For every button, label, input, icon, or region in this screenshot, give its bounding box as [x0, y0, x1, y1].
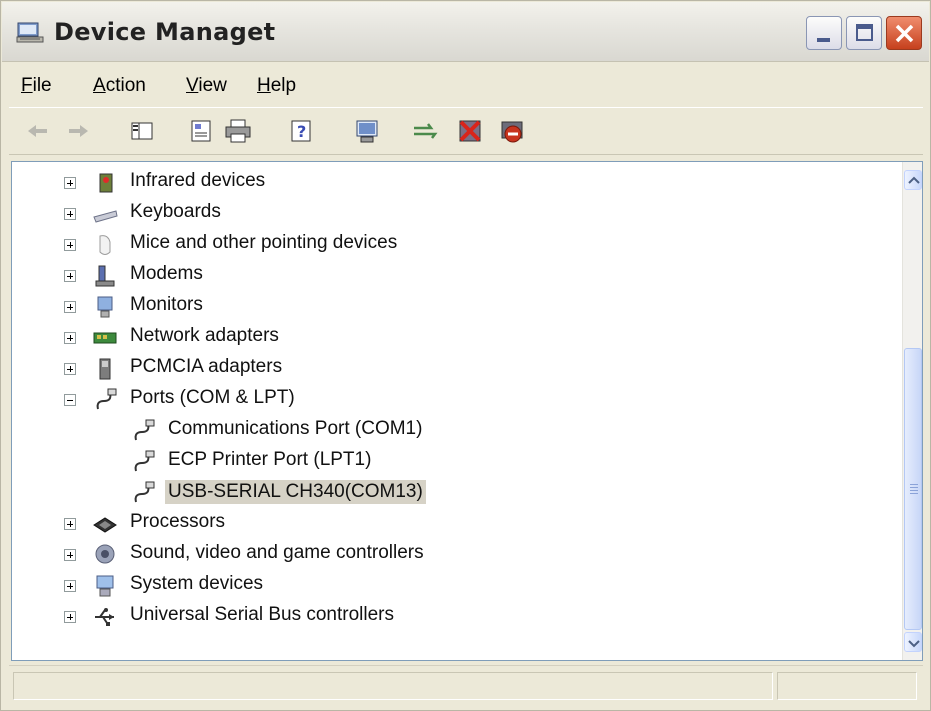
tree-item-network-adapters[interactable]: Network adapters [12, 323, 902, 353]
processor-icon [93, 517, 117, 533]
port-icon [134, 450, 155, 472]
tree-item-label: System devices [130, 573, 264, 594]
port-icon [96, 388, 117, 410]
expand-plus-icon[interactable] [64, 177, 76, 189]
status-pane-secondary [777, 672, 917, 700]
title-bar[interactable]: Device Managet [2, 2, 929, 62]
menu-action[interactable]: Action [93, 75, 146, 97]
tree-item-monitors[interactable]: Monitors [12, 292, 902, 322]
scrollbar-thumb[interactable] [904, 348, 922, 630]
tree-item-lpt1[interactable]: ECP Printer Port (LPT1) [12, 447, 902, 477]
print-icon[interactable] [223, 116, 253, 146]
tree-item-label: Ports (COM & LPT) [130, 387, 295, 408]
expand-plus-icon[interactable] [64, 611, 76, 623]
tree-item-label: Universal Serial Bus controllers [130, 604, 394, 625]
tree-item-label-selected: USB-SERIAL CH340(COM13) [165, 480, 426, 504]
expand-plus-icon[interactable] [64, 239, 76, 251]
tree-item-label: Network adapters [130, 325, 279, 346]
tree-item-label: PCMCIA adapters [130, 356, 283, 377]
network-adapter-icon [93, 332, 117, 344]
chevron-up-icon [908, 176, 920, 184]
expand-plus-icon[interactable] [64, 301, 76, 313]
forward-arrow-icon[interactable] [63, 116, 93, 146]
update-driver-icon[interactable] [411, 116, 441, 146]
system-devices-icon [96, 575, 114, 597]
tree-item-ports[interactable]: Ports (COM & LPT) [12, 385, 902, 415]
properties-icon[interactable] [187, 116, 217, 146]
sound-icon [95, 544, 115, 564]
minimize-button[interactable] [806, 16, 842, 50]
tree-item-label: Infrared devices [130, 170, 266, 191]
tree-item-system-devices[interactable]: System devices [12, 571, 902, 601]
tree-item-label: Keyboards [130, 201, 221, 222]
tree-item-keyboards[interactable]: Keyboards [12, 199, 902, 229]
help-icon[interactable]: ? [287, 116, 317, 146]
close-icon [895, 24, 914, 43]
svg-text:?: ? [297, 122, 306, 141]
tree-item-label: Modems [130, 263, 203, 284]
disable-icon[interactable] [497, 116, 527, 146]
tree-item-com1[interactable]: Communications Port (COM1) [12, 416, 902, 446]
device-tree-panel: Infrared devices Keyboards Mice and othe… [11, 161, 923, 661]
keyboard-icon [93, 210, 118, 223]
tree-item-label: Sound, video and game controllers [130, 542, 424, 563]
modem-icon [95, 265, 115, 287]
status-bar [9, 665, 923, 705]
tree-item-usb-controllers[interactable]: Universal Serial Bus controllers [12, 602, 902, 632]
toolbar: ? [9, 107, 923, 155]
maximize-button[interactable] [846, 16, 882, 50]
tree-item-label: ECP Printer Port (LPT1) [168, 449, 372, 470]
expand-plus-icon[interactable] [64, 208, 76, 220]
port-icon [134, 481, 155, 503]
tree-item-label: Mice and other pointing devices [130, 232, 398, 253]
tree-item-sound-video-game[interactable]: Sound, video and game controllers [12, 540, 902, 570]
tree-item-modems[interactable]: Modems [12, 261, 902, 291]
tree-item-label: Communications Port (COM1) [168, 418, 423, 439]
scan-hardware-icon[interactable] [353, 116, 383, 146]
expand-plus-icon[interactable] [64, 270, 76, 282]
menu-help[interactable]: Help [257, 75, 296, 97]
expand-plus-icon[interactable] [64, 549, 76, 561]
tree-item-pcmcia-adapters[interactable]: PCMCIA adapters [12, 354, 902, 384]
vertical-scrollbar[interactable] [902, 162, 922, 660]
close-button[interactable] [886, 16, 922, 50]
device-manager-app-icon [16, 22, 44, 43]
status-pane-main [13, 672, 773, 700]
tree-item-infrared-devices[interactable]: Infrared devices [12, 168, 902, 198]
infrared-icon [99, 173, 113, 193]
uninstall-icon[interactable] [455, 116, 485, 146]
maximize-icon [856, 24, 873, 41]
expand-plus-icon[interactable] [64, 363, 76, 375]
tree-item-usb-serial-ch340[interactable]: USB-SERIAL CH340(COM13) [12, 478, 902, 508]
minimize-icon [817, 38, 830, 42]
expand-plus-icon[interactable] [64, 518, 76, 530]
menu-view[interactable]: View [186, 75, 227, 97]
scroll-down-button[interactable] [904, 632, 922, 652]
show-hide-tree-icon[interactable] [127, 116, 157, 146]
back-arrow-icon[interactable] [23, 116, 53, 146]
chevron-down-icon [908, 640, 920, 648]
menu-file[interactable]: File [21, 75, 52, 97]
collapse-minus-icon[interactable] [64, 394, 76, 406]
window-title: Device Managet [54, 18, 276, 46]
tree-item-processors[interactable]: Processors [12, 509, 902, 539]
device-manager-window: Device Managet File Action View Help ? I… [0, 0, 931, 711]
menu-bar: File Action View Help [9, 67, 923, 103]
usb-icon [95, 608, 114, 626]
device-tree: Infrared devices Keyboards Mice and othe… [12, 162, 902, 660]
expand-plus-icon[interactable] [64, 332, 76, 344]
tree-item-label: Monitors [130, 294, 203, 315]
expand-plus-icon[interactable] [64, 580, 76, 592]
scroll-up-button[interactable] [904, 170, 922, 190]
mouse-icon [99, 235, 111, 255]
port-icon [134, 419, 155, 441]
tree-item-mice[interactable]: Mice and other pointing devices [12, 230, 902, 260]
scrollbar-grip-icon [910, 484, 918, 494]
tree-item-label: Processors [130, 511, 226, 532]
monitor-icon [97, 296, 113, 318]
pcmcia-icon [99, 358, 111, 380]
